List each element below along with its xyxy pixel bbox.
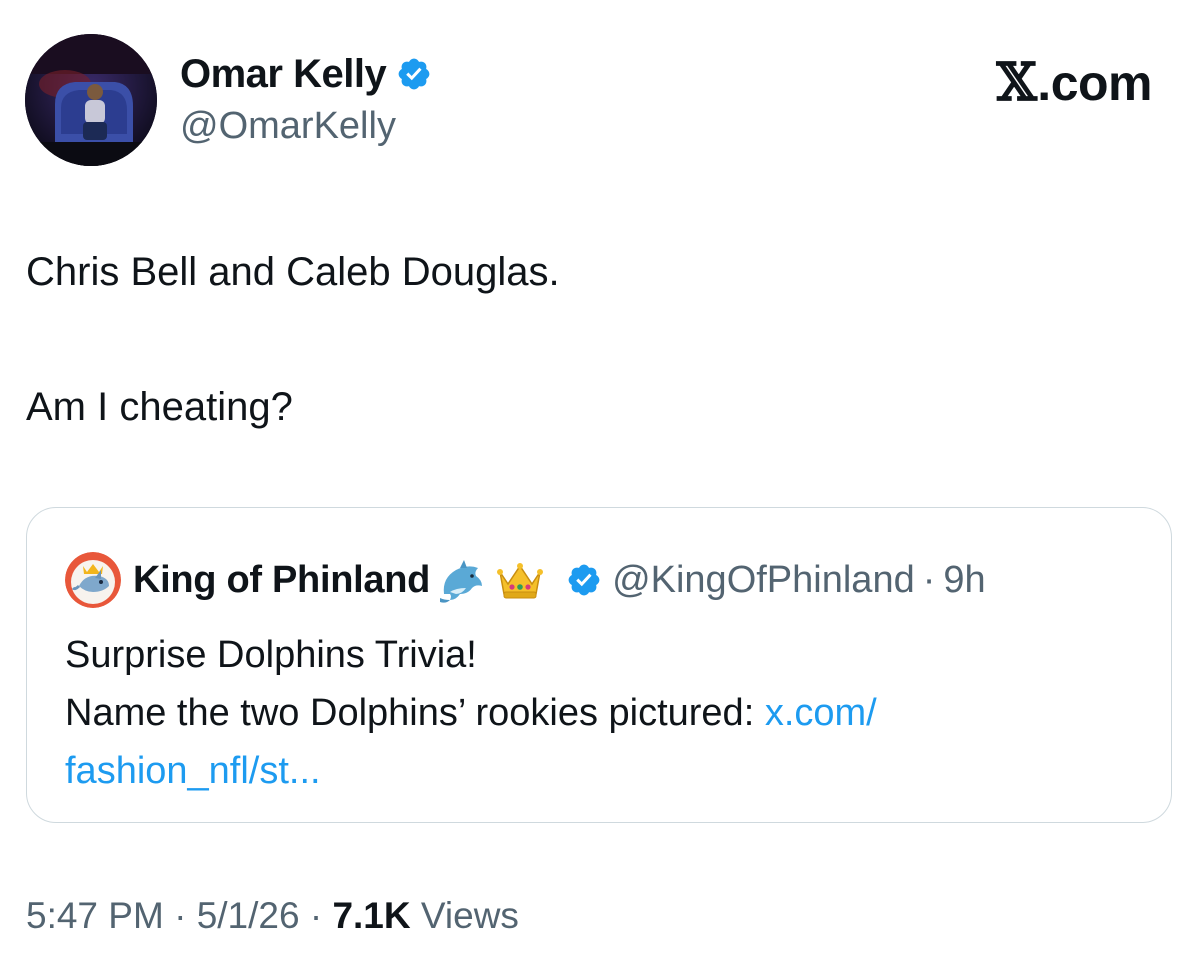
dolphin-mascot-avatar-icon [65,552,121,608]
quoted-timestamp[interactable]: 9h [943,559,985,602]
quoted-author-handle[interactable]: @KingOfPhinland [612,559,915,602]
quoted-author-name[interactable]: King of Phinland [133,559,430,602]
quoted-verified-badge-icon [568,564,600,596]
tweet-text-line-2: Am I cheating? [26,385,293,429]
x-logo-icon: 𝕏 [996,52,1037,113]
quoted-tweet-text: Surprise Dolphins Trivia! Name the two D… [65,626,877,800]
quoted-text-line-2: Name the two Dolphins’ rookies pictured:… [65,684,877,742]
crown-emoji-icon [497,563,544,599]
quoted-tweet-card[interactable]: King of Phinland @KingOfPhinland · 9h Su… [26,507,1172,823]
tweet-footer-metadata: 5:47 PM · 5/1/26 · 7.1K Views [26,895,519,937]
verified-badge-icon [398,58,430,90]
x-brand-domain: .com [1037,55,1152,111]
dolphin-emoji-icon [440,560,483,603]
author-handle[interactable]: @OmarKelly [180,105,396,148]
quoted-link-part-2[interactable]: fashion_nfl/st... [65,750,321,792]
quoted-author-avatar[interactable] [65,552,121,608]
quoted-link-part-1[interactable]: x.com/ [765,692,877,734]
views-label: Views [420,895,519,936]
tweet-time[interactable]: 5:47 PM [26,895,164,936]
author-name[interactable]: Omar Kelly [180,52,387,97]
tweet-date[interactable]: 5/1/26 [197,895,300,936]
quoted-text-line-2-text: Name the two Dolphins’ rookies pictured: [65,692,765,734]
quoted-text-line-3: fashion_nfl/st... [65,742,877,800]
author-avatar[interactable] [25,34,157,166]
views-count: 7.1K [332,895,411,936]
quoted-meta-separator: · [922,558,936,601]
footer-separator-2: · [309,895,323,936]
author-name-row: Omar Kelly [180,48,432,100]
avatar-photo-icon [25,34,157,166]
x-brand-logo: 𝕏.com [996,52,1152,113]
footer-separator-1: · [174,895,187,936]
quoted-tweet-header: King of Phinland @KingOfPhinland · 9h [65,552,986,608]
tweet-text-line-1: Chris Bell and Caleb Douglas. [26,250,560,294]
quoted-text-line-1: Surprise Dolphins Trivia! [65,634,477,676]
